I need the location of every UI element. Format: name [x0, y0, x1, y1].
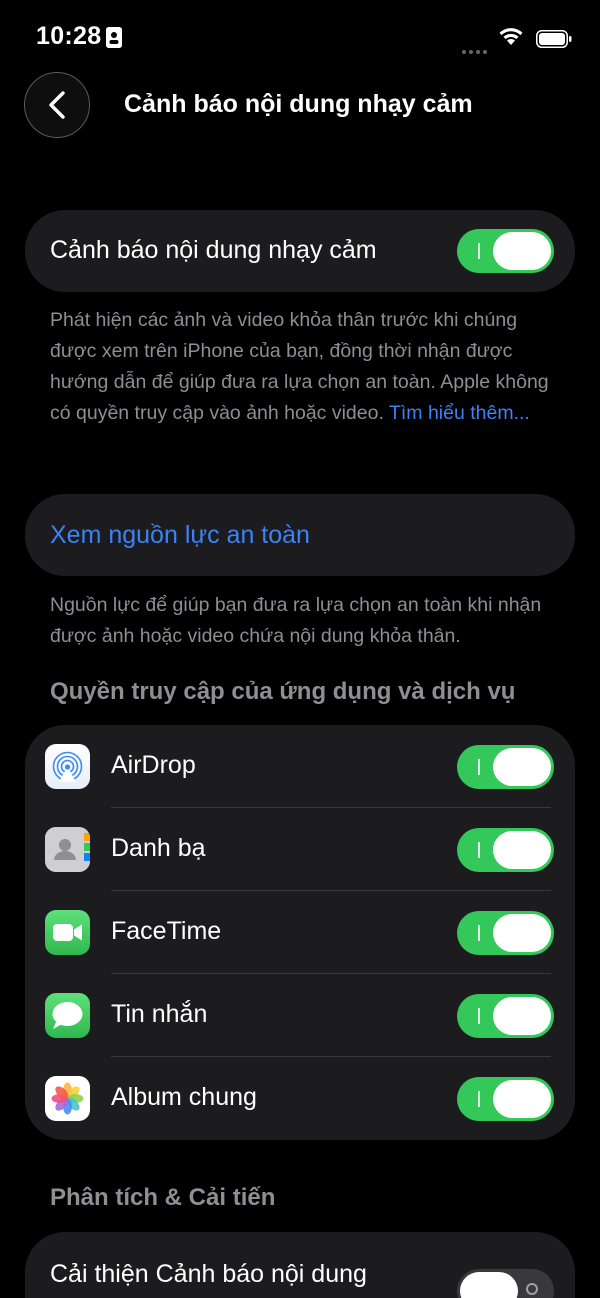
sensitive-content-toggle[interactable]: [457, 229, 554, 273]
wifi-icon: [498, 26, 524, 46]
id-card-icon: [106, 27, 122, 48]
list-item-contacts: Danh bạ: [25, 808, 575, 891]
contacts-label: Danh bạ: [111, 834, 206, 862]
sensitive-content-card: Cảnh báo nội dung nhạy cảm: [25, 210, 575, 292]
facetime-toggle[interactable]: [457, 911, 554, 955]
shared-album-toggle[interactable]: [457, 1077, 554, 1121]
messages-icon: [45, 993, 90, 1038]
list-item-airdrop: AirDrop: [25, 725, 575, 808]
back-button[interactable]: [24, 72, 90, 138]
photos-icon: [45, 1076, 90, 1121]
safety-resources-card[interactable]: Xem nguồn lực an toàn: [25, 494, 575, 576]
airdrop-label: AirDrop: [111, 751, 196, 779]
app-access-header: Quyền truy cập của ứng dụng và dịch vụ: [50, 678, 516, 705]
analytics-header: Phân tích & Cải tiến: [50, 1184, 276, 1211]
screen: 10:28 Cảnh báo nội dung nhạy cảm Cảnh bá…: [0, 0, 600, 1298]
airdrop-toggle[interactable]: [457, 745, 554, 789]
sensitive-content-description: Phát hiện các ảnh và video khỏa thân trư…: [50, 305, 560, 429]
contacts-icon: [45, 827, 90, 872]
airdrop-icon: [45, 744, 90, 789]
list-item-messages: Tin nhắn: [25, 974, 575, 1057]
facetime-icon: [45, 910, 90, 955]
messages-toggle[interactable]: [457, 994, 554, 1038]
improve-sensitive-content-toggle[interactable]: [457, 1269, 554, 1298]
facetime-label: FaceTime: [111, 917, 222, 945]
analytics-card: Cải thiện Cảnh báo nội dung: [25, 1232, 575, 1298]
cellular-signal-icon: [462, 41, 492, 54]
sensitive-content-label: Cảnh báo nội dung nhạy cảm: [50, 236, 377, 264]
battery-icon: [536, 30, 572, 48]
contacts-toggle[interactable]: [457, 828, 554, 872]
status-time: 10:28: [36, 22, 102, 50]
shared-album-label: Album chung: [111, 1083, 257, 1111]
list-item-shared-album: Album chung: [25, 1057, 575, 1140]
list-item-facetime: FaceTime: [25, 891, 575, 974]
chevron-left-icon: [49, 91, 65, 119]
learn-more-link[interactable]: Tìm hiểu thêm...: [389, 402, 530, 424]
view-safety-resources-link[interactable]: Xem nguồn lực an toàn: [50, 521, 310, 550]
status-bar: 10:28: [0, 0, 600, 76]
safety-resources-description: Nguồn lực để giúp bạn đưa ra lựa chọn an…: [50, 594, 542, 647]
page-title: Cảnh báo nội dung nhạy cảm: [124, 90, 473, 118]
app-access-card: AirDrop Danh bạ FaceTime Tin nhắn Album …: [25, 725, 575, 1140]
messages-label: Tin nhắn: [111, 1000, 208, 1028]
improve-sensitive-content-label: Cải thiện Cảnh báo nội dung: [50, 1260, 367, 1288]
